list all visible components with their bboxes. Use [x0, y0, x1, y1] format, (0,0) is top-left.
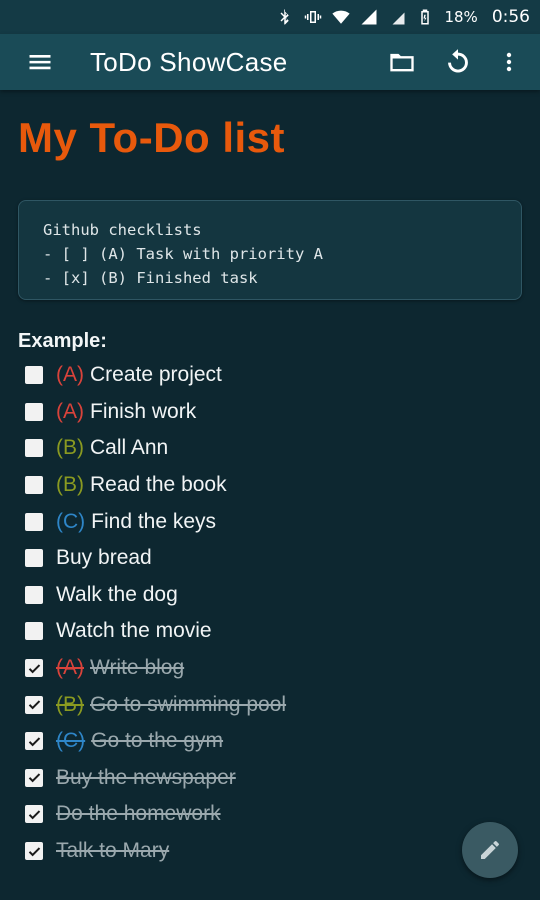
task-checkbox[interactable] [25, 805, 43, 824]
task-priority: (B) [56, 436, 84, 460]
check-icon [28, 663, 40, 673]
task-checkbox[interactable] [25, 402, 43, 421]
task-item: (A) Finish work [18, 394, 522, 431]
overflow-menu-button[interactable] [486, 34, 532, 90]
document-content: My To-Do list Github checklists - [ ] (A… [18, 100, 522, 869]
task-item: Buy the newspaper [18, 760, 522, 797]
task-priority: (A) [56, 363, 84, 387]
task-checkbox[interactable] [25, 768, 43, 787]
task-checkbox[interactable] [25, 549, 43, 568]
task-checkbox[interactable] [25, 659, 43, 678]
code-block: Github checklists - [ ] (A) Task with pr… [18, 200, 522, 300]
task-label: Talk to Mary [56, 839, 170, 863]
check-icon [28, 773, 40, 783]
example-label: Example: [18, 330, 107, 352]
refresh-icon [448, 49, 468, 73]
task-label: Write blog [90, 656, 185, 680]
app-bar: ToDo ShowCase [0, 34, 540, 90]
edit-fab-button[interactable] [462, 822, 518, 878]
task-checkbox[interactable] [25, 695, 43, 714]
check-icon [28, 810, 40, 820]
task-label: Walk the dog [56, 582, 178, 606]
bluetooth-icon [276, 8, 294, 26]
task-priority: (B) [56, 473, 84, 497]
task-checkbox[interactable] [25, 476, 43, 495]
task-item: Do the homework [18, 796, 522, 833]
task-checkbox[interactable] [25, 732, 43, 751]
task-priority: (B) [56, 692, 84, 716]
task-priority: (C) [56, 729, 86, 753]
pencil-icon [481, 841, 499, 859]
task-priority: (A) [56, 656, 84, 680]
task-label: Call Ann [90, 436, 169, 460]
task-item: (B) Go to swimming pool [18, 686, 522, 723]
task-item: (A) Write blog [18, 650, 522, 687]
task-item: (B) Call Ann [18, 430, 522, 467]
battery-icon [416, 8, 434, 26]
check-icon [28, 846, 40, 856]
task-label: Buy the newspaper [56, 765, 236, 789]
task-checkbox[interactable] [25, 439, 43, 458]
task-item: (C) Find the keys [18, 503, 522, 540]
task-label: Create project [90, 363, 222, 387]
vibrate-icon [304, 8, 322, 26]
task-checkbox[interactable] [25, 585, 43, 604]
task-label: Watch the movie [56, 619, 212, 643]
open-folder-button[interactable] [374, 34, 430, 90]
page-title: My To-Do list [18, 114, 286, 161]
task-label: Buy bread [56, 546, 152, 570]
signal-icon [360, 8, 378, 26]
wifi-icon [332, 8, 351, 26]
task-label: Go to the gym [91, 729, 224, 753]
status-bar: 18% 0:56 [0, 0, 540, 34]
reload-button[interactable] [430, 34, 486, 90]
task-item: (C) Go to the gym [18, 723, 522, 760]
task-item: (B) Read the book [18, 467, 522, 504]
task-label: Go to swimming pool [90, 692, 287, 716]
task-priority: (C) [56, 509, 86, 533]
task-label: Find the keys [91, 509, 217, 533]
task-item: Walk the dog [18, 577, 522, 614]
battery-percent: 18% [444, 8, 478, 26]
task-item: Buy bread [18, 540, 522, 577]
menu-button[interactable] [12, 34, 68, 90]
task-label: Read the book [90, 473, 227, 497]
check-icon [28, 700, 40, 710]
hamburger-menu-icon [29, 55, 51, 70]
signal-secondary-icon [388, 8, 406, 26]
task-checkbox[interactable] [25, 512, 43, 531]
task-label: Do the homework [56, 802, 221, 826]
task-checkbox[interactable] [25, 366, 43, 385]
task-priority: (A) [56, 399, 84, 423]
task-checkbox[interactable] [25, 842, 43, 861]
task-item: Talk to Mary [18, 833, 522, 870]
task-item: Watch the movie [18, 613, 522, 650]
task-checkbox[interactable] [25, 622, 43, 641]
check-icon [28, 737, 40, 747]
folder-icon [390, 53, 414, 72]
task-label: Finish work [90, 399, 197, 423]
task-item: (A) Create project [18, 357, 522, 394]
clock: 0:56 [491, 7, 530, 27]
app-title: ToDo ShowCase [90, 46, 288, 77]
task-list: (A) Create project (A) Finish work (B) Call A… [18, 357, 522, 869]
more-vert-icon [506, 52, 512, 72]
